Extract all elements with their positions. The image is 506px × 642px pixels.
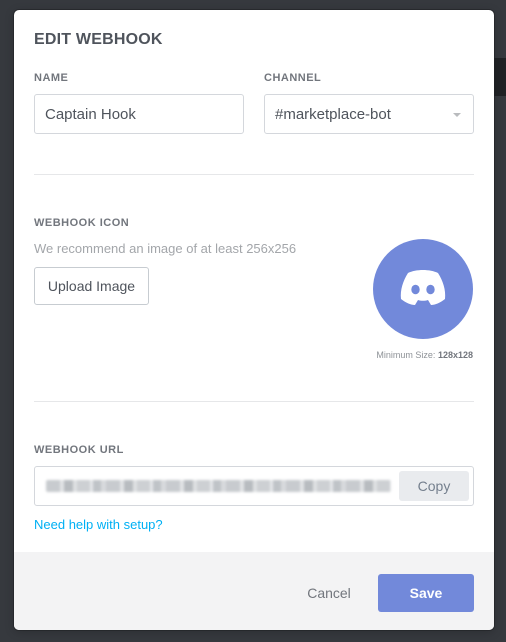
upload-image-button[interactable]: Upload Image [34,267,149,305]
name-input[interactable] [34,94,244,134]
name-label: NAME [34,72,69,84]
channel-select[interactable]: #marketplace-bot [264,94,474,134]
channel-select-value: #marketplace-bot [275,105,391,123]
setup-help-link[interactable]: Need help with setup? [34,517,163,532]
background-panel [494,58,506,96]
section-divider [34,401,474,402]
minimum-size-value: 128x128 [437,350,473,360]
chevron-down-icon [453,113,461,117]
cancel-button[interactable]: Cancel [284,575,374,611]
section-divider [34,174,474,175]
channel-label: CHANNEL [264,72,322,84]
save-button[interactable]: Save [378,574,474,612]
webhook-url-redacted [46,480,391,492]
modal-title: EDIT WEBHOOK [34,31,163,48]
discord-logo-icon [400,270,446,305]
webhook-avatar[interactable] [373,239,473,339]
minimum-size-note: Minimum Size: 128x128 [376,350,473,360]
edit-webhook-modal: EDIT WEBHOOK NAME CHANNEL #marketplace-b… [14,10,494,630]
webhook-url-field[interactable]: Copy [34,466,474,506]
icon-size-hint: We recommend an image of at least 256x25… [34,241,297,256]
webhook-icon-label: WEBHOOK ICON [34,217,130,229]
minimum-size-prefix: Minimum Size: [376,350,436,360]
modal-footer: Cancel Save [14,552,494,630]
copy-button[interactable]: Copy [399,471,469,501]
webhook-url-label: WEBHOOK URL [34,444,124,456]
